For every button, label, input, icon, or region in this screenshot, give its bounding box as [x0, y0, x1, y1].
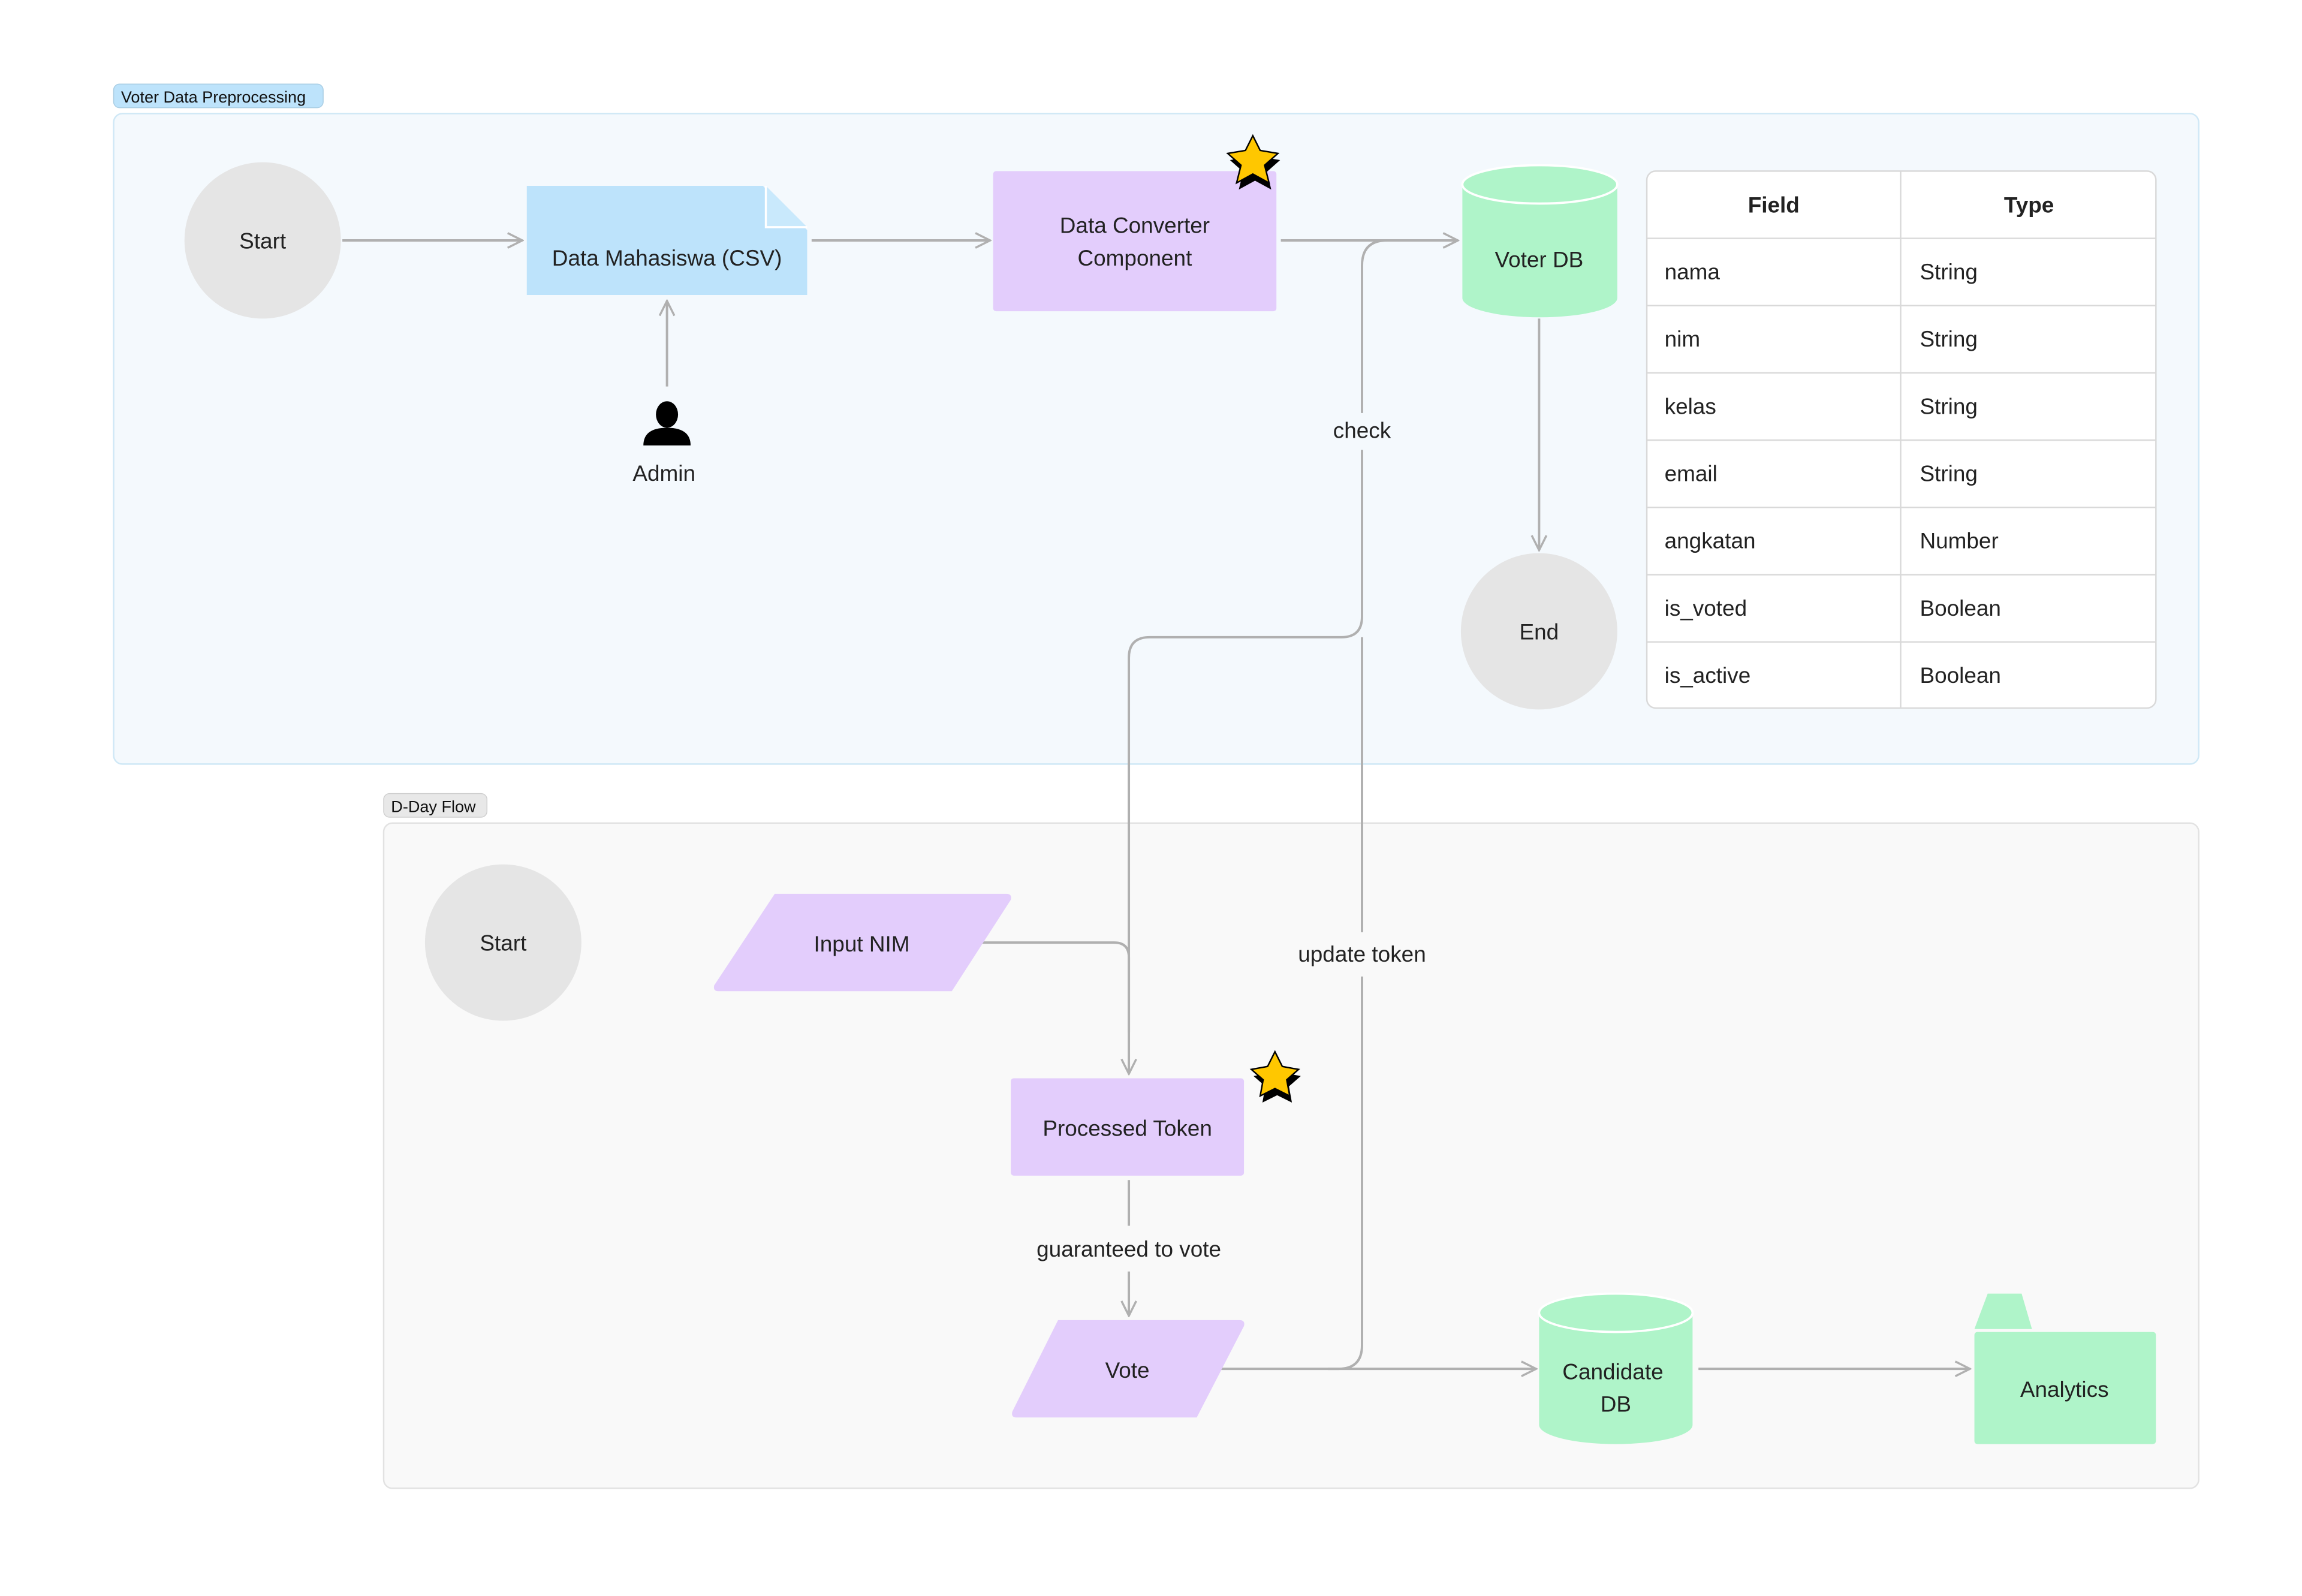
node-label: End	[1520, 620, 1559, 645]
group-d-day-flow[interactable]: D-Day Flow	[382, 793, 2199, 1489]
node-label: Analytics	[2020, 1377, 2109, 1402]
node-label: Start	[239, 229, 286, 254]
node-candidate-db[interactable]: Candidate DB	[1538, 1292, 1694, 1444]
node-data-converter-component[interactable]: Data Converter Component	[993, 171, 1277, 312]
cell-field: email	[1665, 462, 1718, 486]
group-frame	[382, 822, 2199, 1489]
node-label: Processed Token	[1042, 1116, 1212, 1140]
cell-field: angkatan	[1665, 529, 1756, 553]
cell-type: String	[1920, 260, 1977, 284]
node-label: Start	[480, 931, 526, 956]
table-header-field: Field	[1748, 192, 1800, 217]
cell-type: String	[1920, 462, 1977, 486]
edge-label-guaranteed: guaranteed to vote	[1036, 1237, 1221, 1261]
table-header-type: Type	[2004, 192, 2054, 217]
cell-field: is_voted	[1665, 596, 1747, 621]
node-label: Data Mahasiswa (CSV)	[552, 246, 782, 270]
node-end[interactable]: End	[1460, 553, 1617, 710]
cylinder-top	[1538, 1292, 1694, 1333]
schema-table[interactable]: nama String nim String kelas String email Strin…	[1646, 170, 2157, 709]
node-processed-token[interactable]: Processed Token	[1011, 1078, 1245, 1176]
cell-type: Number	[1920, 529, 1998, 553]
node-start-dday[interactable]: Start	[424, 864, 581, 1021]
cell-type: String	[1920, 394, 1977, 418]
node-label-line-2: Component	[1077, 246, 1192, 270]
node-data-mahasiswa-csv[interactable]: Data Mahasiswa (CSV)	[526, 185, 807, 296]
group-label: D-Day Flow	[391, 797, 476, 815]
process-shape	[993, 171, 1277, 312]
cell-type: String	[1920, 327, 1977, 351]
group-label: Voter Data Preprocessing	[121, 88, 306, 106]
cylinder-top	[1461, 164, 1619, 205]
node-label: Vote	[1105, 1358, 1150, 1383]
cell-type: Boolean	[1920, 596, 2000, 621]
cell-field: kelas	[1665, 394, 1716, 418]
cell-field: nama	[1665, 260, 1721, 284]
node-label: Admin	[632, 461, 695, 486]
cell-type: Boolean	[1920, 663, 2000, 688]
edge-label-update-token: update token	[1298, 942, 1426, 966]
node-start[interactable]: Start	[184, 162, 341, 319]
cell-field: nim	[1665, 327, 1700, 351]
edge-label-check: check	[1333, 418, 1391, 443]
cell-field: is_active	[1665, 663, 1751, 688]
node-label-line-1: Data Converter	[1060, 213, 1210, 238]
node-voter-db[interactable]: Voter DB	[1461, 164, 1620, 318]
node-label: Voter DB	[1495, 247, 1584, 272]
node-label: Input NIM	[814, 932, 910, 956]
node-label-line-2: DB	[1601, 1392, 1631, 1416]
diagram-canvas: Voter Data Preprocessing D-Day Flow chec…	[113, 83, 2199, 1489]
node-label-line-1: Candidate	[1562, 1359, 1663, 1384]
